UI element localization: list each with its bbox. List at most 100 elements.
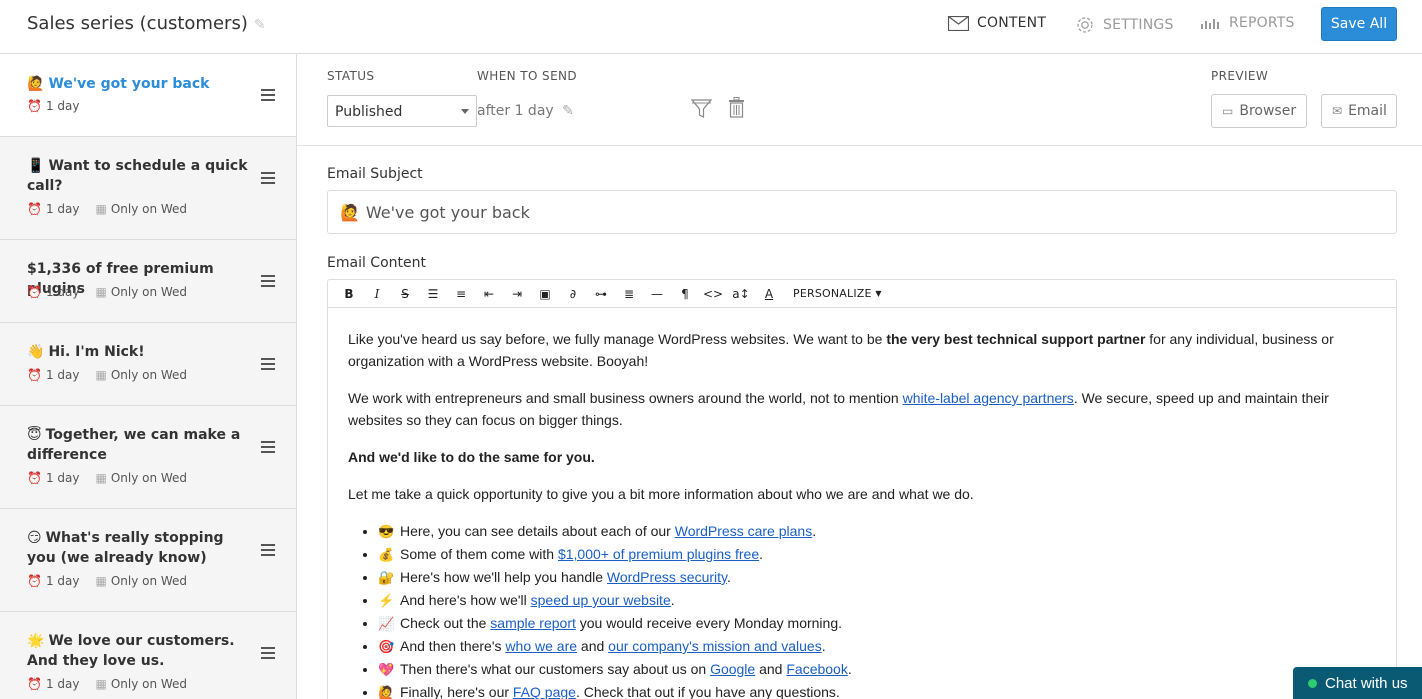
paragraph: And we'd like to do the same for you. [348, 446, 1376, 468]
preview-label: PREVIEW [1211, 69, 1269, 83]
bold-icon[interactable]: B [335, 284, 363, 304]
text: Here, you can see details about each of … [400, 523, 675, 539]
google-link[interactable]: Google [710, 661, 755, 677]
sidebar-item-label: We've got your back [48, 76, 210, 92]
day-text: Only on Wed [110, 285, 188, 299]
rich-text-editor[interactable]: B I S ☰ ≡ ⇤ ⇥ ▣ ∂ ⊶ ≣ — ¶ <> a↕ A PERSON… [327, 279, 1397, 699]
emoji-icon: 🙋 [378, 685, 395, 699]
drag-handle-icon[interactable] [261, 358, 275, 370]
tab-reports[interactable]: REPORTS [1200, 15, 1295, 31]
alarm-clock-icon: ⏰ [27, 285, 42, 299]
tab-settings[interactable]: SETTINGS [1075, 15, 1174, 35]
code-icon[interactable]: <> [699, 284, 727, 304]
sidebar-item-label: Together, we can make a difference [27, 427, 241, 463]
list-item: 🎯 And then there's who we are and our com… [378, 635, 1376, 658]
sidebar-item[interactable]: 📱 Want to schedule a quick call? ⏰ 1 day ▦ O… [0, 137, 296, 240]
text: Finally, here's our [400, 684, 513, 699]
premium-plugins-link[interactable]: $1,000+ of premium plugins free [558, 546, 759, 562]
speed-up-link[interactable]: speed up your website [531, 592, 671, 608]
drag-handle-icon[interactable] [261, 544, 275, 556]
day-text: Only on Wed [110, 574, 188, 588]
sidebar-item-title: 📱 Want to schedule a quick call? [27, 156, 257, 196]
strikethrough-icon[interactable]: S [391, 284, 419, 304]
align-icon[interactable]: ≣ [615, 284, 643, 304]
tab-content[interactable]: CONTENT [948, 15, 1046, 31]
when-to-send-value[interactable]: after 1 day ✎ [477, 103, 574, 119]
email-body[interactable]: Like you've heard us say before, we full… [328, 308, 1396, 699]
emoji-icon: 👋 [27, 344, 45, 360]
security-link[interactable]: WordPress security [607, 569, 727, 585]
text: and [755, 661, 787, 677]
preview-email-button[interactable]: ✉ Email [1321, 94, 1397, 128]
sidebar-item[interactable]: 🌟 We love our customers. And they love us… [0, 612, 296, 699]
email-subject-input[interactable]: 🙋 We've got your back [327, 190, 1397, 234]
faq-link[interactable]: FAQ page [513, 684, 576, 699]
calendar-icon: ▦ [95, 285, 107, 299]
sidebar-item-meta: ⏰ 1 day ▦ Only on Wed [27, 285, 187, 299]
emoji-icon: 😎 [378, 524, 395, 539]
drag-handle-icon[interactable] [261, 441, 275, 453]
agency-partners-link[interactable]: white-label agency partners [903, 390, 1074, 406]
editor-toolbar: B I S ☰ ≡ ⇤ ⇥ ▣ ∂ ⊶ ≣ — ¶ <> a↕ A PERSON… [328, 280, 1396, 308]
emoji-icon: 🙋 [340, 202, 360, 222]
tab-reports-label: REPORTS [1229, 15, 1295, 31]
filter-icon[interactable] [690, 99, 713, 123]
edit-title-icon[interactable]: ✎ [254, 17, 266, 33]
text: . [727, 569, 731, 585]
drag-handle-icon[interactable] [261, 647, 275, 659]
delay-text: 1 day [45, 471, 80, 485]
gear-icon [1077, 17, 1093, 33]
link-icon[interactable]: ⊶ [587, 284, 615, 304]
edit-pencil-icon[interactable]: ✎ [562, 103, 574, 119]
italic-icon[interactable]: I [363, 284, 391, 304]
preview-browser-button[interactable]: ▭ Browser [1211, 94, 1307, 128]
sidebar-item-meta: ⏰ 1 day ▦ Only on Wed [27, 368, 187, 382]
browser-icon: ▭ [1222, 104, 1234, 118]
image-icon[interactable]: ▣ [531, 284, 559, 304]
when-value-text: after 1 day [477, 103, 554, 119]
attachment-icon[interactable]: ∂ [559, 284, 587, 304]
sidebar-item[interactable]: 👋 Hi. I'm Nick! ⏰ 1 day ▦ Only on Wed [0, 323, 296, 406]
preview-email-label: Email [1348, 103, 1387, 119]
drag-handle-icon[interactable] [261, 172, 275, 184]
sidebar-item-label: Hi. I'm Nick! [48, 344, 145, 360]
delay-text: 1 day [45, 574, 80, 588]
sample-report-link[interactable]: sample report [490, 615, 576, 631]
save-all-button[interactable]: Save All [1321, 7, 1397, 41]
personalize-dropdown[interactable]: PERSONALIZE ▼ [787, 284, 888, 304]
drag-handle-icon[interactable] [261, 89, 275, 101]
font-size-icon[interactable]: a↕ [727, 284, 755, 304]
caret-down-icon [461, 109, 469, 114]
sidebar-item[interactable]: 🙋 We've got your back ⏰ 1 day [0, 54, 296, 137]
chat-widget-button[interactable]: Chat with us [1293, 667, 1422, 699]
list-item: 🙋 Finally, here's our FAQ page. Check tha… [378, 681, 1376, 699]
text: And then there's [400, 638, 506, 654]
trash-icon[interactable] [728, 97, 745, 122]
sidebar-item-meta: ⏰ 1 day ▦ Only on Wed [27, 202, 187, 216]
text: Like you've heard us say before, we full… [348, 331, 887, 347]
sidebar-item[interactable]: 😏 What's really stopping you (we already … [0, 509, 296, 612]
personalize-label: PERSONALIZE [793, 287, 872, 300]
paragraph-icon[interactable]: ¶ [671, 284, 699, 304]
font-color-icon[interactable]: A [755, 284, 783, 304]
list-item: 💖 Then there's what our customers say abo… [378, 658, 1376, 681]
drag-handle-icon[interactable] [261, 275, 275, 287]
series-title-wrap: Sales series (customers) ✎ [27, 13, 266, 34]
outdent-icon[interactable]: ⇤ [475, 284, 503, 304]
indent-icon[interactable]: ⇥ [503, 284, 531, 304]
facebook-link[interactable]: Facebook [786, 661, 847, 677]
who-we-are-link[interactable]: who we are [505, 638, 577, 654]
numbered-list-icon[interactable]: ≡ [447, 284, 475, 304]
sidebar-item[interactable]: $1,336 of free premium plugins ⏰ 1 day ▦ On… [0, 240, 296, 323]
status-select[interactable]: Published [327, 95, 477, 127]
sidebar-item-title: 🙋 We've got your back [27, 74, 257, 94]
bullet-list-icon[interactable]: ☰ [419, 284, 447, 304]
text: . Check that out if you have any questio… [575, 684, 840, 699]
mission-values-link[interactable]: our company's mission and values [608, 638, 822, 654]
calendar-icon: ▦ [95, 202, 107, 216]
page-title: Sales series (customers) [27, 13, 248, 34]
text: And here's how we'll [400, 592, 531, 608]
sidebar-item[interactable]: 😇 Together, we can make a difference ⏰ 1 d… [0, 406, 296, 509]
care-plans-link[interactable]: WordPress care plans [675, 523, 812, 539]
horizontal-rule-icon[interactable]: — [643, 284, 671, 304]
